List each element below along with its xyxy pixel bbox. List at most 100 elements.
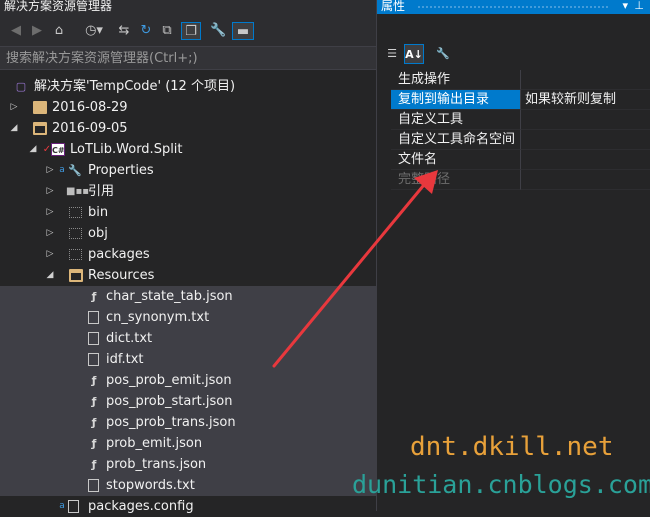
json-file-icon: ƒ [91, 395, 97, 408]
dropdown-icon[interactable]: ▾ [622, 0, 628, 12]
tree-item-label: stopwords.txt [106, 478, 195, 493]
tree-item-file[interactable]: stopwords.txt [0, 475, 376, 496]
tree-item-label: pos_prob_emit.json [106, 373, 232, 388]
property-value [521, 170, 650, 190]
expand-arrow-icon[interactable]: ▷ [45, 202, 55, 223]
text-file-icon [88, 311, 99, 324]
search-box[interactable] [0, 46, 376, 70]
config-file-icon [68, 500, 79, 513]
search-input[interactable] [0, 47, 376, 69]
tree-item-file[interactable]: ƒ prob_trans.json [0, 454, 376, 475]
tree-item-file[interactable]: a packages.config [0, 496, 376, 517]
show-all-files-icon[interactable]: ❐ [181, 22, 201, 40]
expand-arrow-icon[interactable]: ▷ [9, 97, 19, 118]
json-file-icon: ƒ [91, 437, 97, 450]
tree-item-file[interactable]: cn_synonym.txt [0, 307, 376, 328]
properties-title: 属性 [381, 0, 406, 13]
tree-item-folder[interactable]: ▷ bin [0, 202, 376, 223]
watermark-line2: dunitian.cnblogs.com [352, 470, 650, 499]
refresh-icon[interactable]: ↻ [138, 22, 154, 40]
expand-arrow-icon[interactable]: ▷ [45, 160, 55, 181]
forward-icon[interactable]: ▶ [29, 22, 45, 40]
hidden-folder-icon [69, 228, 82, 239]
tree-item-folder[interactable]: ▷ packages [0, 244, 376, 265]
tree-item-file[interactable]: ƒ pos_prob_emit.json [0, 370, 376, 391]
expand-arrow-icon[interactable]: ▷ [45, 244, 55, 265]
property-name: 完整路径 [391, 170, 521, 190]
tree-item-label: pos_prob_trans.json [106, 415, 236, 430]
alphabetical-icon[interactable]: A↓ [404, 44, 424, 64]
expand-arrow-icon[interactable]: ▷ [45, 181, 55, 202]
tree-item-folder[interactable]: ▷ 2016-08-29 [0, 97, 376, 118]
collapse-arrow-icon[interactable]: ◢ [45, 265, 55, 286]
back-icon[interactable]: ◀ [8, 22, 24, 40]
tree-item-file[interactable]: ƒ pos_prob_start.json [0, 391, 376, 412]
tree-item-folder[interactable]: ◢ Resources [0, 265, 376, 286]
categorized-icon[interactable]: ☰ [382, 44, 402, 64]
collapse-all-icon[interactable]: ⧉ [159, 22, 175, 40]
property-row[interactable]: 文件名 [391, 150, 650, 170]
properties-wrench-icon[interactable]: 🔧 [210, 22, 226, 40]
tree-item-label: 2016-09-05 [52, 121, 128, 136]
lock-badge-icon: a [59, 501, 65, 511]
tree-item-label: idf.txt [106, 352, 144, 367]
references-icon: ■▪▪ [66, 186, 90, 197]
tree-item-references[interactable]: ▷ ■▪▪ 引用 [0, 181, 376, 202]
expand-arrow-icon[interactable]: ▷ [45, 223, 55, 244]
tree-item-file[interactable]: idf.txt [0, 349, 376, 370]
tree-item-label: LoTLib.Word.Split [70, 142, 183, 157]
sync-icon[interactable]: ⇆ [116, 22, 132, 40]
collapse-arrow-icon[interactable]: ◢ [28, 139, 38, 160]
solution-icon: ▢ [15, 80, 27, 93]
json-file-icon: ƒ [91, 416, 97, 429]
property-row[interactable]: 自定义工具命名空间 [391, 130, 650, 150]
tree-item-folder[interactable]: ▷ obj [0, 223, 376, 244]
folder-open-icon [33, 122, 47, 135]
property-value[interactable] [521, 130, 650, 150]
property-row[interactable]: 生成操作 [391, 70, 650, 90]
property-row[interactable]: 自定义工具 [391, 110, 650, 130]
pin-icon[interactable]: ⊥ [634, 0, 644, 12]
property-pages-icon[interactable]: 🔧 [433, 44, 453, 64]
tree-item-label: char_state_tab.json [106, 289, 233, 304]
property-row-selected[interactable]: 复制到输出目录 如果较新则复制 [391, 90, 650, 110]
tree-item-project[interactable]: ◢ ✓ C# LoTLib.Word.Split [0, 139, 376, 160]
tree-item-label: packages [88, 247, 150, 262]
tree-item-label: prob_emit.json [106, 436, 203, 451]
folder-open-icon [69, 269, 83, 282]
tree-item-file[interactable]: dict.txt [0, 328, 376, 349]
text-file-icon [88, 479, 99, 492]
tree-item-label: Resources [88, 268, 155, 283]
property-value[interactable] [521, 150, 650, 170]
folder-icon [33, 101, 47, 114]
history-icon[interactable]: ◷▾ [82, 22, 106, 40]
collapse-arrow-icon[interactable]: ◢ [9, 118, 19, 139]
solution-explorer-toolbar: ◀ ▶ ⌂ ◷▾ ⇆ ↻ ⧉ ❐ 🔧 ▬ [0, 14, 376, 46]
tree-item-properties[interactable]: ▷ a 🔧 Properties [0, 160, 376, 181]
tree-item-file[interactable]: ƒ pos_prob_trans.json [0, 412, 376, 433]
properties-title-bar: 属性 ▾ ⊥ [377, 0, 650, 14]
preview-icon[interactable]: ▬ [232, 22, 254, 40]
tree-item-label: Properties [88, 163, 154, 178]
property-name: 复制到输出目录 [391, 90, 521, 110]
property-value[interactable] [521, 110, 650, 130]
property-name: 文件名 [391, 150, 521, 170]
property-value[interactable]: 如果较新则复制 [521, 90, 650, 110]
properties-toolbar: ☰ A↓ 🔧 [377, 40, 650, 68]
tree-item-folder[interactable]: ◢ 2016-09-05 [0, 118, 376, 139]
property-value[interactable] [521, 70, 650, 90]
home-icon[interactable]: ⌂ [50, 22, 68, 40]
tree-item-label: pos_prob_start.json [106, 394, 233, 409]
tree-item-file[interactable]: ƒ char_state_tab.json [0, 286, 376, 307]
tree-item-solution[interactable]: ▢ 解决方案'TempCode' (12 个项目) [0, 76, 376, 97]
hidden-folder-icon [69, 207, 82, 218]
wrench-icon: 🔧 [68, 164, 82, 177]
csharp-project-icon: C# [51, 143, 65, 156]
tree-item-label: bin [88, 205, 109, 220]
hidden-folder-icon [69, 249, 82, 260]
property-name: 自定义工具命名空间 [391, 130, 521, 150]
property-row-disabled[interactable]: 完整路径 [391, 170, 650, 190]
tree-item-label: 解决方案'TempCode' (12 个项目) [34, 79, 236, 94]
property-name: 生成操作 [391, 70, 521, 90]
tree-item-file[interactable]: ƒ prob_emit.json [0, 433, 376, 454]
